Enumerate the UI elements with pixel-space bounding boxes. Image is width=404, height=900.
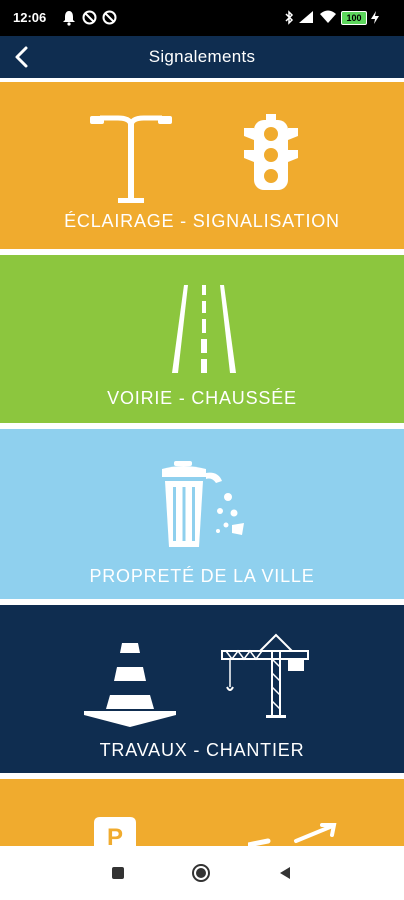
traffic-cone-icon (84, 643, 176, 727)
home-icon[interactable] (191, 863, 211, 883)
system-nav-bar (0, 846, 404, 900)
status-bar: 12:06 100 (0, 0, 404, 36)
back-icon[interactable] (278, 866, 292, 880)
arrow-icon (248, 823, 337, 846)
bell-icon (63, 11, 75, 26)
recent-apps-icon[interactable] (112, 867, 124, 879)
category-label: VOIRIE - CHAUSSÉE (107, 388, 297, 408)
trash-can-icon (162, 461, 244, 547)
traffic-light-icon (244, 114, 298, 190)
wifi-icon (320, 10, 336, 23)
category-label: ÉCLAIRAGE - SIGNALISATION (64, 211, 340, 231)
category-label: TRAVAUX - CHANTIER (99, 740, 305, 760)
blocked-icon (82, 10, 97, 25)
charging-icon (371, 11, 379, 24)
status-time: 12:06 (13, 10, 47, 25)
streetlight-icon (90, 115, 172, 203)
bluetooth-icon (285, 10, 294, 25)
category-travaux-chantier[interactable]: TRAVAUX - CHANTIER (0, 605, 404, 773)
crane-icon (221, 633, 309, 718)
category-voirie-chaussee[interactable]: VOIRIE - CHAUSSÉE (0, 255, 404, 423)
category-stationnement[interactable]: P (0, 779, 404, 846)
road-icon (172, 285, 236, 373)
svg-text:P: P (107, 824, 123, 846)
category-proprete-de-la-ville[interactable]: PROPRETÉ DE LA VILLE (0, 429, 404, 599)
category-label: PROPRETÉ DE LA VILLE (89, 566, 315, 586)
status-right-icons: 100 (284, 9, 396, 27)
battery-level: 100 (346, 13, 362, 23)
app-header: Signalements (0, 36, 404, 78)
category-eclairage-signalisation[interactable]: ÉCLAIRAGE - SIGNALISATION (0, 82, 404, 249)
blocked-icon (102, 10, 117, 25)
signal-icon (299, 11, 313, 23)
battery-icon: 100 (341, 11, 367, 25)
page-title: Signalements (148, 47, 256, 66)
parking-sign-icon: P (94, 817, 136, 846)
